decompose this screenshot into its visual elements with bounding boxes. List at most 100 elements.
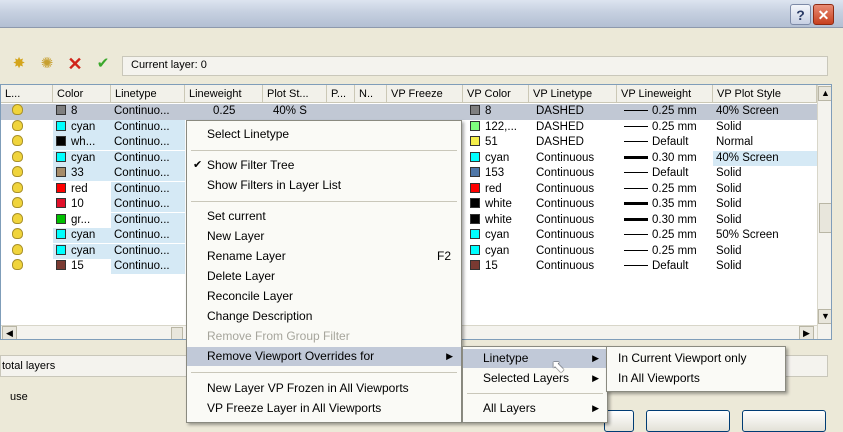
vertical-scrollbar[interactable]: ▲ ▼ [817, 85, 831, 339]
lightbulb-icon[interactable] [12, 212, 23, 224]
color-cell[interactable]: cyan [53, 150, 111, 166]
color-cell[interactable]: wh... [53, 135, 111, 150]
dialog-button[interactable] [604, 410, 634, 432]
linetype-cell[interactable]: Continuo... [111, 166, 185, 181]
scroll-right-button[interactable]: ▶ [799, 326, 814, 339]
layer-status-cell[interactable] [9, 150, 49, 166]
lineweight-cell[interactable]: 0.25 [185, 104, 263, 119]
vp-color-cell[interactable]: cyan [467, 228, 529, 243]
vp-plot-style-cell[interactable]: 50% Screen [713, 228, 817, 243]
lightbulb-icon[interactable] [12, 104, 23, 115]
menu-item-show-filters-in-layer-list[interactable]: Show Filters in Layer List [187, 176, 461, 195]
menu-item-new-layer-vp-frozen[interactable]: New Layer VP Frozen in All Viewports [187, 379, 461, 398]
vp-linetype-cell[interactable]: Continuous [533, 151, 617, 166]
menu-item-select-linetype[interactable]: Select Linetype [187, 125, 461, 144]
vp-linetype-cell[interactable]: Continuous [533, 213, 617, 228]
vp-color-cell[interactable]: 122,... [467, 120, 529, 135]
vp-plot-style-cell[interactable]: Solid [713, 244, 817, 259]
vp-lineweight-cell[interactable]: Default [621, 166, 713, 181]
set-current-icon[interactable]: ✔ [94, 55, 112, 73]
color-cell[interactable]: gr... [53, 213, 111, 228]
submenu-item-selected-layers[interactable]: Selected Layers ▶ [463, 369, 607, 388]
scroll-up-button[interactable]: ▲ [818, 86, 831, 101]
layer-status-cell[interactable] [9, 166, 49, 181]
scroll-left-button[interactable]: ◀ [2, 326, 17, 339]
vp-plot-style-cell[interactable]: Solid [713, 182, 817, 197]
vp-lineweight-cell[interactable]: 0.35 mm [621, 197, 713, 212]
apply-button[interactable] [646, 410, 730, 432]
menu-item-show-filter-tree[interactable]: ✔ Show Filter Tree [187, 156, 461, 175]
vp-color-cell[interactable]: 8 [467, 104, 529, 119]
vp-linetype-cell[interactable]: Continuous [533, 166, 617, 181]
column-header[interactable]: P... [327, 85, 355, 103]
layer-status-cell[interactable] [9, 197, 49, 212]
column-header[interactable]: L... [1, 85, 53, 103]
vp-linetype-cell[interactable]: Continuous [533, 197, 617, 212]
vp-lineweight-cell[interactable]: 0.30 mm [621, 151, 713, 166]
column-header[interactable]: VP Freeze [387, 85, 463, 103]
vp-plot-style-cell[interactable]: Solid [713, 120, 817, 135]
layer-status-cell[interactable] [9, 104, 49, 119]
vp-lineweight-cell[interactable]: 0.25 mm [621, 104, 713, 119]
vp-linetype-cell[interactable]: DASHED [533, 104, 617, 119]
color-cell[interactable]: cyan [53, 243, 111, 259]
lightbulb-icon[interactable] [12, 119, 23, 131]
linetype-cell[interactable]: Continuo... [111, 135, 185, 150]
linetype-cell[interactable]: Continuo... [111, 150, 185, 166]
vp-plot-style-cell[interactable]: Solid [713, 213, 817, 228]
linetype-cell[interactable]: Continuo... [111, 259, 185, 274]
color-cell[interactable]: 15 [53, 259, 111, 274]
linetype-cell[interactable]: Continuo... [111, 228, 185, 243]
menu-item-new-layer[interactable]: New Layer [187, 227, 461, 246]
submenu-item-current-viewport-only[interactable]: In Current Viewport only [607, 349, 785, 368]
color-cell[interactable]: 10 [53, 197, 111, 212]
vp-color-cell[interactable]: cyan [467, 151, 529, 166]
vp-plot-style-cell[interactable]: Solid [713, 166, 817, 181]
vp-lineweight-cell[interactable]: 0.25 mm [621, 120, 713, 135]
scroll-down-button[interactable]: ▼ [818, 309, 831, 324]
vp-color-cell[interactable]: 15 [467, 259, 529, 274]
vp-lineweight-cell[interactable]: Default [621, 259, 713, 274]
vp-linetype-cell[interactable]: Continuous [533, 182, 617, 197]
vp-lineweight-cell[interactable]: 0.25 mm [621, 182, 713, 197]
column-header[interactable]: VP Lineweight [617, 85, 713, 103]
column-header[interactable]: VP Plot Style [713, 85, 817, 103]
vp-linetype-cell[interactable]: DASHED [533, 120, 617, 135]
linetype-cell[interactable]: Continuo... [111, 243, 185, 259]
submenu-item-all-layers[interactable]: All Layers ▶ [463, 399, 607, 418]
vp-color-cell[interactable]: 51 [467, 135, 529, 150]
lightbulb-icon[interactable] [12, 243, 23, 255]
lightbulb-icon[interactable] [12, 228, 23, 239]
color-cell[interactable]: 33 [53, 166, 111, 181]
color-cell[interactable]: cyan [53, 228, 111, 243]
vp-linetype-cell[interactable]: Continuous [533, 259, 617, 274]
lightbulb-icon[interactable] [12, 181, 23, 193]
menu-item-change-description[interactable]: Change Description [187, 307, 461, 326]
column-header[interactable]: Color [53, 85, 111, 103]
lightbulb-icon[interactable] [12, 135, 23, 146]
layer-status-cell[interactable] [9, 212, 49, 228]
color-cell[interactable]: cyan [53, 119, 111, 135]
linetype-cell[interactable]: Continuo... [111, 197, 185, 212]
layer-status-cell[interactable] [9, 228, 49, 243]
vp-color-cell[interactable]: white [467, 213, 529, 228]
horizontal-scroll-thumb[interactable] [171, 327, 183, 339]
menu-item-reconcile-layer[interactable]: Reconcile Layer [187, 287, 461, 306]
column-header[interactable]: VP Color [463, 85, 529, 103]
vp-lineweight-cell[interactable]: 0.25 mm [621, 244, 713, 259]
vp-color-cell[interactable]: white [467, 197, 529, 212]
vp-plot-style-cell[interactable]: Solid [713, 259, 817, 274]
vp-lineweight-cell[interactable]: 0.25 mm [621, 228, 713, 243]
new-layer-icon[interactable]: ✸ [10, 55, 28, 73]
lightbulb-icon[interactable] [12, 197, 23, 208]
new-layer-vp-frozen-icon[interactable]: ✺ [38, 55, 56, 73]
layer-status-cell[interactable] [9, 135, 49, 150]
plot-style-cell[interactable]: 40% S [263, 104, 327, 119]
vp-color-cell[interactable]: 153 [467, 166, 529, 181]
lightbulb-icon[interactable] [12, 166, 23, 177]
menu-item-remove-viewport-overrides[interactable]: Remove Viewport Overrides for ▶ [187, 347, 461, 366]
vp-color-cell[interactable]: red [467, 182, 529, 197]
vp-plot-style-cell[interactable]: 40% Screen [713, 104, 817, 119]
vp-color-cell[interactable]: cyan [467, 244, 529, 259]
submenu-item-all-viewports[interactable]: In All Viewports [607, 369, 785, 388]
